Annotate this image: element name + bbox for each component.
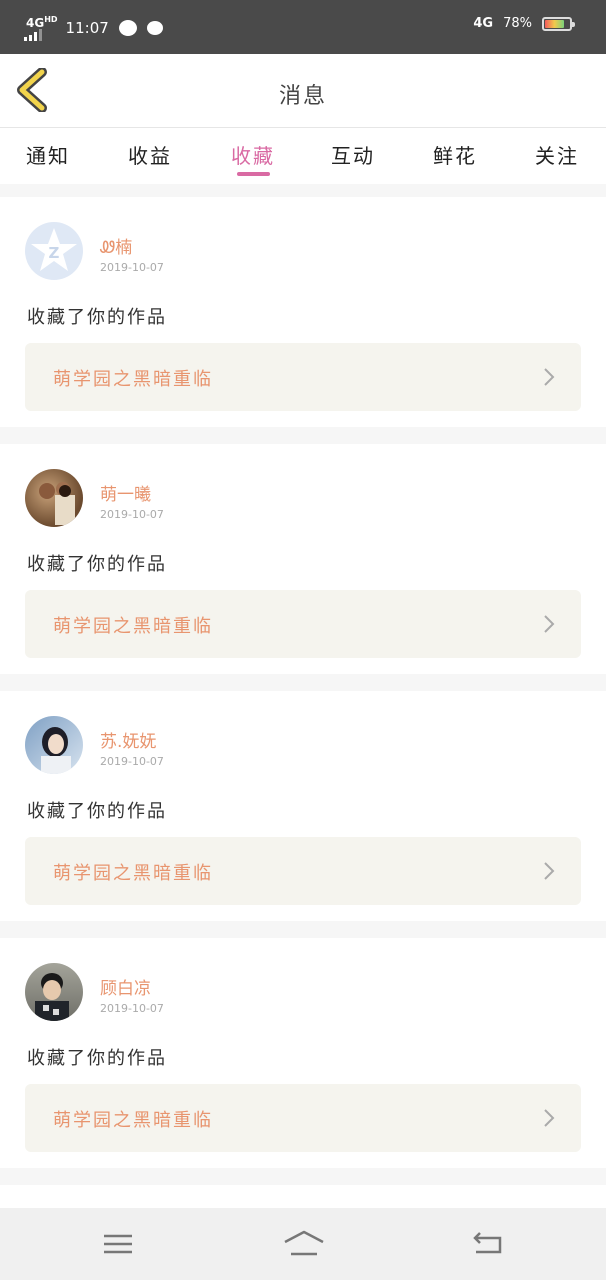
wechat-icon [118, 19, 137, 36]
action-text: 收藏了你的作品 [27, 801, 167, 822]
menu-button[interactable] [100, 1228, 136, 1260]
signal-icon [24, 29, 58, 41]
work-title: 萌学园之黑暗重临 [53, 369, 213, 390]
chevron-right-icon [544, 615, 555, 633]
status-left: 4GHD 11:07 [24, 14, 163, 41]
tab-bar: 通知 收益 收藏 互动 鲜花 关注 [0, 128, 606, 184]
back-nav-button[interactable] [470, 1228, 506, 1260]
work-link[interactable]: 萌学园之黑暗重临 [25, 1084, 581, 1152]
list-item: 顾白凉 2019-10-07 收藏了你的作品 萌学园之黑暗重临 [0, 938, 606, 1168]
user-name[interactable]: 苏.妩妩 [100, 727, 156, 752]
date: 2019-10-07 [100, 261, 164, 274]
battery-icon [542, 16, 575, 31]
list-item: 苏.妩妩 2019-10-07 收藏了你的作品 萌学园之黑暗重临 [0, 691, 606, 921]
network-label: 4G [26, 16, 45, 30]
header: 消息 [0, 54, 606, 128]
work-title: 萌学园之黑暗重临 [53, 616, 213, 637]
tab-flowers[interactable]: 鲜花 [433, 140, 477, 169]
home-button[interactable] [283, 1228, 325, 1260]
user-name[interactable]: 顾白凉 [100, 974, 151, 999]
work-link[interactable]: 萌学园之黑暗重临 [25, 590, 581, 658]
return-icon [473, 1232, 502, 1254]
active-tab-indicator [237, 172, 270, 176]
work-title: 萌学园之黑暗重临 [53, 1110, 213, 1131]
status-right: 4G 78% [473, 16, 575, 31]
tab-follow[interactable]: 关注 [535, 140, 579, 169]
message-icon [146, 20, 163, 35]
tab-interaction[interactable]: 互动 [331, 140, 375, 169]
list-item: 萌一曦 2019-10-07 收藏了你的作品 萌学园之黑暗重临 [0, 444, 606, 674]
action-text: 收藏了你的作品 [27, 307, 167, 328]
work-title: 萌学园之黑暗重临 [53, 863, 213, 884]
page-title: 消息 [278, 84, 327, 109]
tab-notice[interactable]: 通知 [26, 140, 70, 169]
avatar[interactable]: Z [25, 222, 83, 280]
avatar[interactable] [25, 963, 83, 1021]
battery-percent: 78% [503, 16, 532, 31]
action-text: 收藏了你的作品 [27, 554, 167, 575]
menu-icon [104, 1234, 132, 1254]
network-sup: HD [44, 15, 58, 24]
user-name[interactable]: 萌一曦 [100, 480, 151, 505]
date: 2019-10-07 [100, 1002, 164, 1015]
photo-avatar-icon [41, 727, 71, 774]
action-text: 收藏了你的作品 [27, 1048, 167, 1069]
system-nav-bar [0, 1208, 606, 1280]
chevron-right-icon [544, 1109, 555, 1127]
chevron-right-icon [544, 368, 555, 386]
network-right: 4G [473, 16, 494, 31]
work-link[interactable]: 萌学园之黑暗重临 [25, 343, 581, 411]
tab-earnings[interactable]: 收益 [128, 140, 172, 169]
svg-text:Z: Z [49, 244, 60, 262]
tab-favorites[interactable]: 收藏 [231, 140, 275, 169]
network-indicator: 4GHD [24, 14, 58, 41]
date: 2019-10-07 [100, 755, 164, 768]
avatar[interactable] [25, 716, 83, 774]
photo-avatar-icon [35, 973, 69, 1021]
list-item: Z Ꮺ楠 2019-10-07 收藏了你的作品 萌学园之黑暗重临 [0, 197, 606, 427]
home-icon [284, 1230, 324, 1256]
clock: 11:07 [65, 18, 109, 37]
user-name[interactable]: Ꮺ楠 [100, 233, 132, 258]
photo-avatar-icon [39, 482, 75, 525]
work-link[interactable]: 萌学园之黑暗重临 [25, 837, 581, 905]
chevron-right-icon [544, 862, 555, 880]
avatar[interactable] [25, 469, 83, 527]
status-bar: 4GHD 11:07 4G 78% [0, 0, 606, 54]
qq-avatar-icon: Z [31, 228, 77, 271]
date: 2019-10-07 [100, 508, 164, 521]
